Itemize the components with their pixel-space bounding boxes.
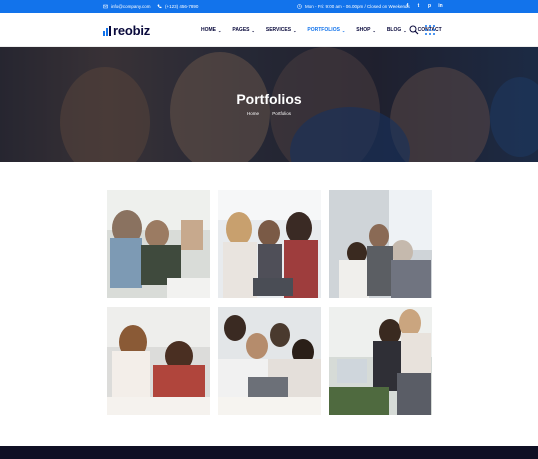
chevron-down-icon: ⌄	[293, 27, 297, 33]
nav-portfolios[interactable]: PORTFOLIOS ⌄	[307, 27, 345, 33]
nav-label: PAGES	[232, 27, 250, 33]
email-contact[interactable]: info@company.com	[103, 4, 151, 9]
nav-shop[interactable]: SHOP ⌄	[356, 27, 376, 33]
portfolio-item[interactable]	[107, 307, 210, 415]
portfolio-item[interactable]	[218, 307, 321, 415]
nav-label: BLOG	[386, 27, 402, 33]
chevron-down-icon: ⌄	[372, 27, 376, 33]
twitter-icon[interactable]: t	[416, 3, 421, 9]
email-text: info@company.com	[111, 4, 151, 9]
nav-label: SHOP	[356, 27, 371, 33]
pinterest-icon[interactable]: p	[427, 3, 432, 9]
portfolio-item[interactable]	[218, 190, 321, 298]
social-links: f t p in	[405, 3, 443, 9]
logo-text: reobiz	[113, 23, 151, 38]
nav-home[interactable]: HOME ⌄	[201, 27, 221, 33]
page-banner: Portfolios Home Portfolios	[0, 47, 538, 162]
nav-label: SERVICES	[265, 27, 292, 33]
nav-label: HOME	[201, 27, 216, 33]
instagram-icon[interactable]: in	[438, 3, 443, 9]
chevron-down-icon: ⌄	[251, 27, 255, 33]
nav-pages[interactable]: PAGES ⌄	[232, 27, 255, 33]
phone-contact[interactable]: (+123) 456-7890	[157, 4, 198, 9]
footer	[0, 446, 538, 459]
main-nav: HOME ⌄ PAGES ⌄ SERVICES ⌄ PORTFOLIOS ⌄ SHOP ⌄…	[201, 27, 442, 33]
breadcrumb-current: Portfolios	[272, 111, 292, 116]
breadcrumb: Home Portfolios	[0, 111, 538, 116]
mail-icon	[103, 4, 108, 9]
search-icon[interactable]	[409, 25, 419, 35]
chevron-down-icon: ⌄	[218, 27, 222, 33]
portfolio-grid	[107, 190, 432, 415]
facebook-icon[interactable]: f	[405, 3, 410, 9]
nav-blog[interactable]: BLOG ⌄	[387, 27, 407, 33]
top-bar: info@company.com (+123) 456-7890 Mon - F…	[0, 0, 538, 13]
chevron-down-icon: ⌄	[341, 27, 346, 33]
phone-text: (+123) 456-7890	[165, 4, 199, 9]
nav-services[interactable]: SERVICES ⌄	[266, 27, 297, 33]
portfolio-item[interactable]	[107, 190, 210, 298]
site-header: reobiz HOME ⌄ PAGES ⌄ SERVICES ⌄ PORTFOLIOS…	[0, 13, 538, 47]
portfolio-item[interactable]	[329, 307, 432, 415]
page-title: Portfolios	[236, 91, 302, 107]
portfolio-item[interactable]	[329, 190, 432, 298]
clock-icon	[297, 4, 302, 9]
breadcrumb-home[interactable]: Home	[247, 111, 259, 116]
chevron-down-icon: ⌄	[403, 27, 407, 33]
hours-text: Mon - Fri: 9:00 am - 06.00pm / Closed on…	[305, 4, 410, 9]
site-logo[interactable]: reobiz	[103, 23, 150, 38]
nav-label: PORTFOLIOS	[307, 27, 340, 33]
logo-mark-icon	[103, 25, 111, 36]
hours-info: Mon - Fri: 9:00 am - 06.00pm / Closed on…	[297, 4, 410, 9]
offcanvas-menu-icon[interactable]	[425, 25, 436, 36]
phone-icon	[157, 4, 162, 9]
